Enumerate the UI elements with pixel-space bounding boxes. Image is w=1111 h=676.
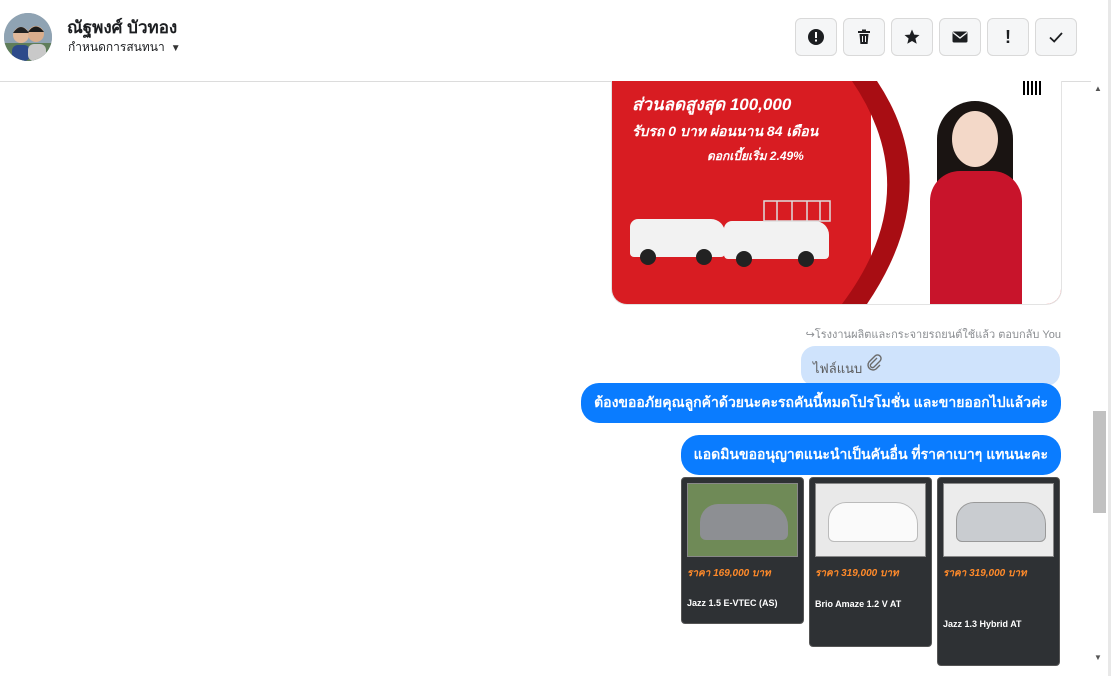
car-price: ราคา 319,000 บาท: [815, 568, 899, 579]
delete-button[interactable]: [843, 18, 885, 56]
wheel-icon: [640, 249, 656, 265]
caret-down-icon: ▼: [170, 43, 181, 54]
attachment-label: ไฟล์แนบ: [813, 361, 863, 376]
action-toolbar: !: [795, 18, 1077, 56]
scroll-up-icon[interactable]: ▲: [1094, 84, 1102, 93]
avatar[interactable]: [4, 13, 52, 61]
star-button[interactable]: [891, 18, 933, 56]
attachment-bubble[interactable]: ไฟล์แนบ: [801, 346, 1060, 386]
checkmark-icon: [1049, 32, 1063, 43]
scrollbar[interactable]: [1091, 81, 1108, 676]
exclamation-icon: !: [1005, 26, 1011, 47]
car-model: Jazz 1.3 Hybrid AT: [943, 619, 1022, 629]
paperclip-icon: [867, 354, 882, 371]
car-card[interactable]: ราคา 319,000 บาท Brio Amaze 1.2 V AT: [809, 477, 932, 647]
mail-button[interactable]: [939, 18, 981, 56]
car-photo: [943, 483, 1054, 557]
car-model: Jazz 1.5 E-VTEC (AS): [687, 598, 778, 608]
model-dress: [930, 171, 1022, 304]
wheel-icon: [736, 251, 752, 267]
promo-down-payment-text: รับรถ 0 บาท ผ่อนนาน 84 เดือน: [632, 123, 819, 139]
car-card[interactable]: ราคา 169,000 บาท Jazz 1.5 E-VTEC (AS): [681, 477, 804, 624]
wheel-icon: [798, 251, 814, 267]
scrollbar-thumb[interactable]: [1093, 411, 1106, 513]
car-price: ราคา 169,000 บาท: [687, 568, 771, 579]
wheel-icon: [696, 249, 712, 265]
star-icon: [904, 29, 920, 44]
scroll-down-icon[interactable]: ▼: [1094, 653, 1102, 662]
trash-icon: [858, 29, 870, 44]
important-button[interactable]: !: [987, 18, 1029, 56]
promo-discount-text: ส่วนลดสูงสุด 100,000: [632, 95, 792, 114]
car-card[interactable]: ราคา 319,000 บาท Jazz 1.3 Hybrid AT: [937, 477, 1060, 666]
truck-illustration: [630, 219, 725, 265]
model-face: [952, 111, 998, 167]
promo-interest-text: ดอกเบี้ยเริ่ม 2.49%: [707, 149, 804, 163]
truck-illustration: [724, 221, 829, 267]
conversation-header: ณัฐพงศ์ บัวทอง กำหนดการสนทนา ▼ !: [0, 0, 1108, 82]
reply-status-line: ↪โรงงานผลิตและกระจายรถยนต์ใช้แล้ว ตอบกลั…: [805, 329, 1061, 341]
message-bubble[interactable]: แอดมินขออนุญาตแนะนำเป็นคันอื่น ที่ราคาเบ…: [680, 435, 1061, 475]
cargo-rack: [763, 200, 831, 222]
report-button[interactable]: [795, 18, 837, 56]
car-model: Brio Amaze 1.2 V AT: [815, 599, 902, 609]
done-button[interactable]: [1035, 18, 1077, 56]
car-photo: [687, 483, 798, 557]
car-shape: [700, 504, 788, 540]
conversation-menu-label: กำหนดการสนทนา: [68, 40, 165, 54]
alert-circle-icon: [808, 29, 824, 45]
message-bubble[interactable]: ต้องขออภัยคุณลูกค้าด้วยนะคะรถคันนี้หมดโป…: [581, 383, 1061, 423]
car-shape: [828, 502, 918, 542]
car-shape: [956, 502, 1046, 542]
car-price: ราคา 319,000 บาท: [943, 568, 1027, 579]
car-photo: [815, 483, 926, 557]
envelope-icon: [952, 31, 968, 43]
conversation-menu[interactable]: กำหนดการสนทนา ▼: [68, 38, 181, 57]
promo-image[interactable]: ส่วนลดสูงสุด 100,000 รับรถ 0 บาท ผ่อนนาน…: [611, 81, 1062, 305]
contact-name[interactable]: ณัฐพงศ์ บัวทอง: [67, 14, 177, 41]
qr-code-icon: [1023, 81, 1043, 95]
